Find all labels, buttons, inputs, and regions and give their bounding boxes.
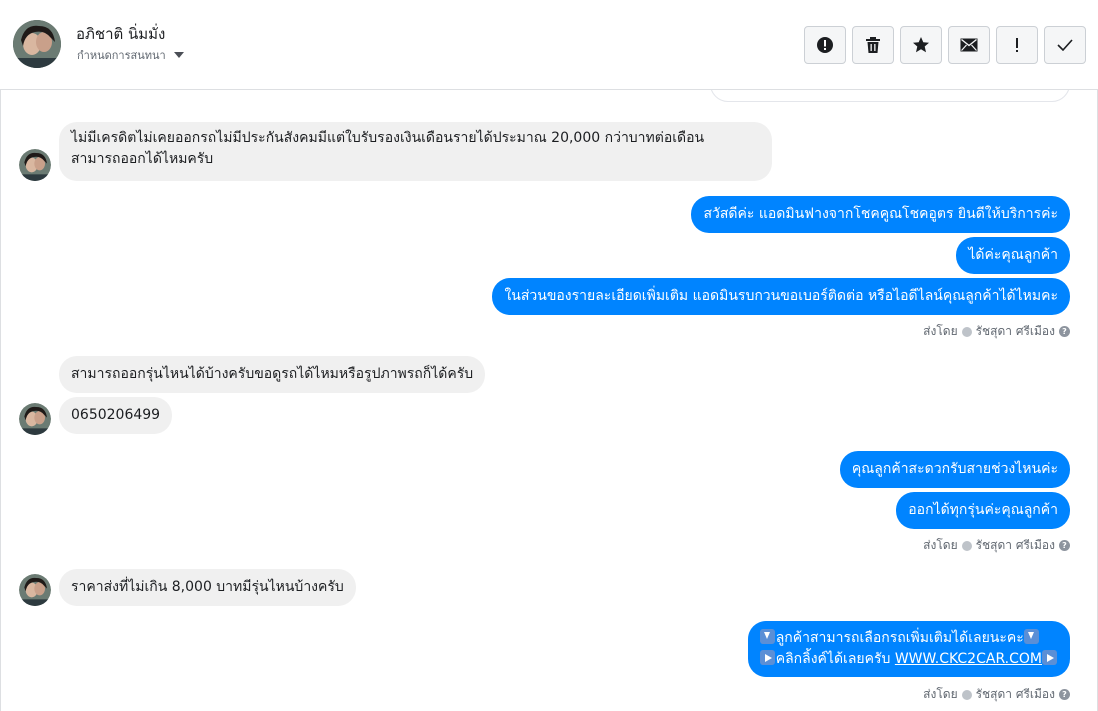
help-icon[interactable]: ? xyxy=(1059,689,1070,700)
delete-button[interactable] xyxy=(852,26,894,64)
play-emoji-icon xyxy=(759,650,775,665)
contact-name: อภิชาติ นิ่มมั่ง xyxy=(76,25,166,43)
sender-avatar xyxy=(19,403,51,435)
message-text: สามารถออกได้ไหมครับ xyxy=(71,151,214,167)
message-text: ได้ค่ะคุณลูกค้า xyxy=(968,247,1058,263)
message-line: ลูกค้าสามารถเลือกรถเพิ่มเติมได้เลยนะคะ xyxy=(759,628,1058,649)
star-button[interactable] xyxy=(900,26,942,64)
outgoing-message-bubble[interactable]: ลูกค้าสามารถเลือกรถเพิ่มเติมได้เลยนะคะ ค… xyxy=(747,621,1070,677)
previous-message-bubble xyxy=(710,90,1070,102)
sent-by-label: ส่งโดย รัชสุดา ศรีเมือง ? xyxy=(923,322,1070,341)
check-icon xyxy=(961,689,972,700)
star-icon xyxy=(913,37,929,53)
incoming-message-bubble[interactable]: 0650206499 xyxy=(59,397,173,434)
arrow-down-emoji-icon xyxy=(759,629,775,644)
incoming-message-bubble[interactable]: ไม่มีเครดิตไม่เคยออกรถไม่มีประกันสังคมมี… xyxy=(59,122,772,181)
check-icon xyxy=(961,540,972,551)
caret-down-icon xyxy=(173,52,184,58)
assign-conversation-dropdown[interactable]: กำหนดการสนทนา xyxy=(77,46,184,64)
message-text: สามารถออกรุ่นไหนได้บ้างครับขอดูรถได้ไหมห… xyxy=(71,366,474,382)
website-link[interactable]: WWW.CKC2CAR.COM xyxy=(895,651,1042,667)
envelope-icon xyxy=(960,38,978,52)
play-emoji-icon xyxy=(1042,650,1057,665)
sender-avatar xyxy=(19,574,51,606)
message-text: ออกได้ทุกรุ่นค่ะคุณลูกค้า xyxy=(908,502,1058,518)
conversation-toolbar xyxy=(804,26,1086,64)
message-text: ไม่มีเครดิตไม่เคยออกรถไม่มีประกันสังคมมี… xyxy=(71,130,705,146)
alert-circle-icon xyxy=(817,37,833,53)
conversation-header: อภิชาติ นิ่มมั่ง กำหนดการสนทนา xyxy=(0,0,1098,90)
arrow-down-emoji-icon xyxy=(1023,629,1039,644)
sent-by-label: ส่งโดย รัชสุดา ศรีเมือง ? xyxy=(923,536,1070,555)
assign-label: กำหนดการสนทนา xyxy=(77,49,166,62)
outgoing-message-bubble[interactable]: ในส่วนของรายละเอียดเพิ่มเติม แอดมินรบกวน… xyxy=(492,278,1070,315)
message-text: 0650206499 xyxy=(71,407,161,423)
sent-by-label: ส่งโดย รัชสุดา ศรีเมือง ? xyxy=(923,685,1070,704)
message-thread[interactable]: ไม่มีเครดิตไม่เคยออกรถไม่มีประกันสังคมมี… xyxy=(0,90,1098,711)
message-text: สวัสดีค่ะ แอดมินฟางจากโชคคูณโชคอูตร ยินด… xyxy=(703,206,1058,222)
outgoing-message-bubble[interactable]: คุณลูกค้าสะดวกรับสายช่วงไหนค่ะ xyxy=(839,451,1070,488)
message-text: คุณลูกค้าสะดวกรับสายช่วงไหนค่ะ xyxy=(851,461,1058,477)
outgoing-message-bubble[interactable]: ออกได้ทุกรุ่นค่ะคุณลูกค้า xyxy=(896,492,1070,529)
incoming-message-bubble[interactable]: ราคาส่งที่ไม่เกิน 8,000 บาทมีรุ่นไหนบ้าง… xyxy=(59,569,356,606)
sender-avatar xyxy=(19,149,51,181)
message-text: ลูกค้าสามารถเลือกรถเพิ่มเติมได้เลยนะคะ xyxy=(775,630,1024,646)
help-icon[interactable]: ? xyxy=(1059,540,1070,551)
done-button[interactable] xyxy=(1044,26,1086,64)
outgoing-message-bubble[interactable]: สวัสดีค่ะ แอดมินฟางจากโชคคูณโชคอูตร ยินด… xyxy=(691,196,1070,233)
important-button[interactable] xyxy=(996,26,1038,64)
checkmark-icon xyxy=(1057,39,1073,51)
check-icon xyxy=(961,326,972,337)
message-text: ราคาส่งที่ไม่เกิน 8,000 บาทมีรุ่นไหนบ้าง… xyxy=(71,579,344,595)
exclamation-icon xyxy=(1016,38,1018,52)
trash-icon xyxy=(866,37,880,53)
outgoing-message-bubble[interactable]: ได้ค่ะคุณลูกค้า xyxy=(956,237,1070,274)
spam-button[interactable] xyxy=(804,26,846,64)
message-line: คลิกลิ้งค์ได้เลยครับ WWW.CKC2CAR.COM xyxy=(759,649,1058,670)
message-text: คลิกลิ้งค์ได้เลยครับ xyxy=(775,651,891,667)
incoming-message-bubble[interactable]: สามารถออกรุ่นไหนได้บ้างครับขอดูรถได้ไหมห… xyxy=(59,356,486,393)
contact-avatar[interactable] xyxy=(13,20,61,68)
help-icon[interactable]: ? xyxy=(1059,326,1070,337)
mark-unread-button[interactable] xyxy=(948,26,990,64)
message-text: ในส่วนของรายละเอียดเพิ่มเติม แอดมินรบกวน… xyxy=(504,288,1058,304)
